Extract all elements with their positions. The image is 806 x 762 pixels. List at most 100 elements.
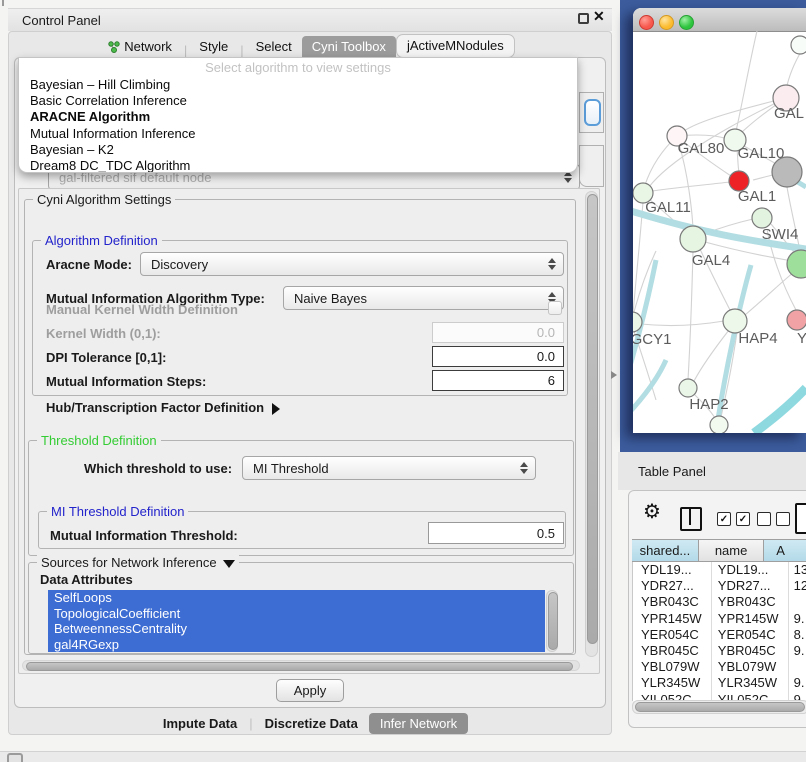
table-row[interactable]: YLR345WYLR345W9. [633, 675, 806, 691]
node-label-gal80: GAL80 [678, 140, 725, 157]
table-cell: 9. [789, 675, 806, 691]
column-header-a[interactable]: A [764, 540, 806, 561]
tab-impute-data[interactable]: Impute Data [152, 713, 248, 734]
table-cell: 8. [789, 627, 806, 643]
attribute-item-gal4rgexp[interactable]: gal4RGexp [48, 637, 545, 653]
tab-select[interactable]: Select [246, 36, 302, 58]
network-node-gal4[interactable] [680, 226, 706, 252]
kernel-width-field[interactable]: 0.0 [432, 322, 564, 343]
network-edge[interactable] [641, 321, 724, 325]
algorithm-list: Bayesian – Hill ClimbingBasic Correlatio… [19, 77, 577, 173]
column-header-shared[interactable]: shared... [632, 540, 699, 561]
table-scrollbar-thumb[interactable] [635, 702, 805, 712]
network-node-y[interactable] [787, 310, 806, 330]
attribute-item-betweennesscentrality[interactable]: BetweennessCentrality [48, 621, 545, 637]
minimized-panel-icon[interactable] [7, 753, 23, 762]
algorithm-option-basic-correlation-inference[interactable]: Basic Correlation Inference [19, 93, 577, 109]
network-edge[interactable] [688, 251, 693, 380]
control-panel-tab-bar: Network|Style|SelectCyni ToolboxjActiveM… [8, 36, 604, 58]
which-threshold-combo[interactable]: MI Threshold [242, 456, 536, 480]
table-horizontal-scrollbar[interactable] [632, 700, 806, 714]
table-cell: 12 [789, 578, 806, 594]
manual-kernel-width-checkbox[interactable] [548, 301, 562, 315]
attributes-scrollbar[interactable] [546, 590, 558, 652]
deselect-all-icon[interactable] [757, 512, 790, 526]
mi-algorithm-type-combo[interactable]: Naive Bayes [283, 286, 564, 310]
node-label-gal1: GAL1 [738, 188, 776, 205]
tab-infer-network[interactable]: Infer Network [369, 713, 468, 734]
tab-discretize-data[interactable]: Discretize Data [254, 713, 369, 734]
select-all-icon[interactable]: ✓✓ [717, 512, 750, 526]
table-row[interactable]: YDR27...YDR27...12 [633, 578, 806, 594]
tab-separator: | [238, 43, 245, 58]
attributes-scrollbar-thumb[interactable] [548, 592, 558, 650]
attribute-item-selfloops[interactable]: SelfLoops [48, 590, 545, 606]
vertical-scrollbar-thumb[interactable] [587, 194, 598, 644]
node-label-gal: GAL [774, 105, 804, 122]
algorithm-option-aracne-algorithm[interactable]: ARACNE Algorithm [19, 109, 577, 125]
minimize-traffic-light-icon[interactable] [659, 15, 674, 30]
network-node[interactable] [787, 250, 806, 278]
mi-threshold-field[interactable]: 0.5 [428, 522, 564, 544]
hub-definition-expander[interactable]: Hub/Transcription Factor Definition [46, 400, 280, 415]
network-node[interactable] [710, 416, 728, 433]
network-edge[interactable] [652, 182, 730, 191]
network-canvas[interactable]: GALGAL80GAL10GAL11GAL1SWI4GAL4GCY1HAP4YH… [633, 31, 806, 433]
table-row[interactable]: YDL19...YDL19...13 [633, 562, 806, 578]
tab-network[interactable]: Network [97, 36, 182, 58]
close-traffic-light-icon[interactable] [639, 15, 654, 30]
table-row[interactable]: YPR145WYPR145W9. [633, 611, 806, 627]
tab-style[interactable]: Style [189, 36, 238, 58]
column-header-name[interactable]: name [699, 540, 764, 561]
close-icon[interactable]: ✕ [593, 8, 605, 25]
cyni-mode-tab-bar: Impute Data|Discretize DataInfer Network [8, 712, 612, 735]
float-window-icon[interactable] [578, 13, 589, 24]
threshold-definition-title: Threshold Definition [37, 433, 161, 448]
mi-steps-field[interactable]: 6 [432, 370, 564, 391]
network-edge-highlighted[interactable] [633, 360, 666, 422]
vertical-scrollbar[interactable] [585, 191, 598, 657]
gear-icon[interactable]: ⚙ [643, 499, 661, 524]
tab-cyni-toolbox[interactable]: Cyni Toolbox [302, 36, 396, 58]
attribute-item-topologicalcoefficient[interactable]: TopologicalCoefficient [48, 606, 545, 622]
network-edge[interactable] [786, 50, 802, 90]
table-row[interactable]: YBR045CYBR045C9. [633, 643, 806, 659]
network-node[interactable] [791, 36, 806, 54]
splitter-collapse-icon[interactable] [611, 371, 617, 379]
network-edge[interactable] [684, 98, 786, 131]
expander-collapsed-icon[interactable] [272, 403, 280, 415]
network-window-titlebar[interactable] [633, 8, 806, 32]
table-row[interactable]: YER054CYER054C8. [633, 627, 806, 643]
table-cell: YLR345W [712, 675, 789, 691]
table-row[interactable]: YBR043CYBR043C [633, 594, 806, 610]
network-edge[interactable] [745, 272, 794, 315]
algorithm-option-dream8-dc-tdc-algorithm[interactable]: Dream8 DC_TDC Algorithm [19, 158, 577, 173]
network-edge[interactable] [736, 31, 757, 131]
network-node[interactable] [772, 157, 802, 187]
split-panel-icon[interactable] [680, 507, 702, 531]
horizontal-scrollbar[interactable] [22, 660, 580, 671]
application-window: Control Panel ✕ Network|Style|SelectCyni… [0, 0, 806, 762]
network-node-hap2[interactable] [679, 379, 697, 397]
table-cell: YLR345W [633, 675, 712, 691]
tab-jactivemnodules[interactable]: jActiveMNodules [396, 34, 515, 58]
network-edge[interactable] [753, 175, 773, 180]
network-edge-highlighted[interactable] [754, 388, 806, 433]
zoom-traffic-light-icon[interactable] [679, 15, 694, 30]
table-cell: YBR043C [712, 594, 789, 610]
data-attributes-list[interactable]: SelfLoopsTopologicalCoefficientBetweenne… [48, 590, 545, 652]
apply-button-label: Apply [294, 683, 327, 698]
expander-expanded-icon[interactable] [223, 560, 235, 568]
horizontal-scrollbar-thumb[interactable] [26, 662, 573, 671]
export-table-icon[interactable] [795, 503, 806, 534]
table-row[interactable]: YBL079WYBL079W [633, 659, 806, 675]
algorithm-option-bayesian-hill-climbing[interactable]: Bayesian – Hill Climbing [19, 77, 577, 93]
sources-title[interactable]: Sources for Network Inference [37, 555, 239, 570]
table-cell: YBL079W [633, 659, 712, 675]
network-node-swi4[interactable] [752, 208, 772, 228]
algorithm-option-mutual-information-inference[interactable]: Mutual Information Inference [19, 126, 577, 142]
aracne-mode-combo[interactable]: Discovery [140, 252, 564, 276]
algorithm-option-bayesian-k2[interactable]: Bayesian – K2 [19, 142, 577, 158]
dpi-tolerance-field[interactable]: 0.0 [432, 346, 564, 367]
apply-button[interactable]: Apply [276, 679, 344, 702]
